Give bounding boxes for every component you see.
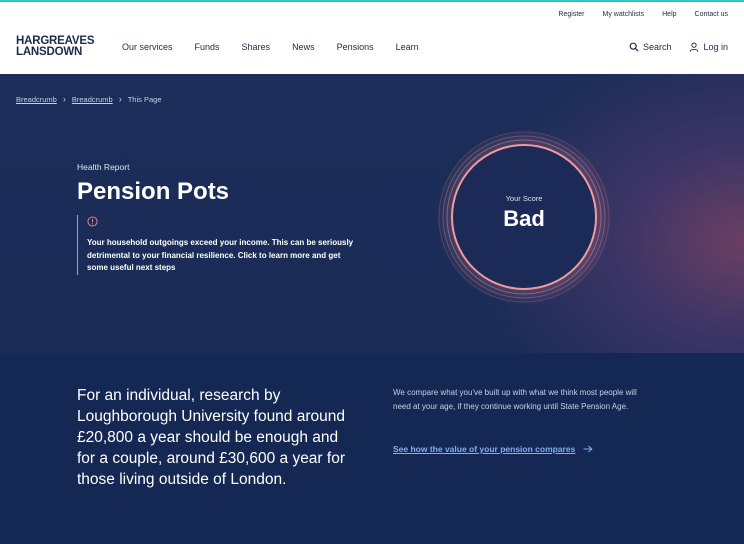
breadcrumb-link-2[interactable]: Breadcrumb: [72, 95, 113, 104]
contact-us-link[interactable]: Contact us: [695, 11, 728, 18]
search-icon: [629, 42, 639, 52]
login-label: Log in: [703, 42, 728, 52]
arrow-right-icon: [583, 445, 593, 453]
alert-message[interactable]: Your household outgoings exceed your inc…: [77, 215, 357, 275]
nav-news[interactable]: News: [292, 42, 315, 52]
compare-description: We compare what you've built up with wha…: [393, 388, 637, 411]
breadcrumb: Breadcrumb › Breadcrumb › This Page: [16, 94, 162, 104]
score-value: Bad: [503, 206, 545, 231]
alert-text: Your household outgoings exceed your inc…: [87, 238, 354, 272]
site-header: Register My watchlists Help Contact us H…: [0, 2, 744, 74]
alert-circle-icon: [87, 216, 98, 227]
user-icon: [690, 42, 699, 52]
utility-nav: Register My watchlists Help Contact us: [558, 11, 728, 18]
header-actions: Search Log in: [629, 42, 728, 52]
nav-shares[interactable]: Shares: [242, 42, 271, 52]
search-label: Search: [642, 42, 672, 52]
page-title: Pension Pots: [77, 178, 230, 205]
breadcrumb-link-1[interactable]: Breadcrumb: [16, 95, 57, 104]
register-link[interactable]: Register: [558, 11, 584, 18]
my-watchlists-link[interactable]: My watchlists: [603, 11, 645, 18]
compare-pension-link[interactable]: See how the value of your pension compar…: [393, 444, 593, 454]
breadcrumb-current: This Page: [127, 94, 162, 104]
compare-link-label: See how the value of your pension compar…: [393, 444, 576, 454]
chevron-right-icon: ›: [118, 94, 122, 104]
nav-pensions[interactable]: Pensions: [337, 42, 374, 52]
login-button[interactable]: Log in: [689, 42, 728, 52]
brand-logo[interactable]: HARGREAVES LANSDOWN: [16, 35, 95, 58]
section-eyebrow: Health Report: [77, 162, 130, 172]
help-link[interactable]: Help: [662, 11, 676, 18]
search-button[interactable]: Search: [629, 42, 672, 52]
hero-section: Breadcrumb › Breadcrumb › This Page Heal…: [0, 74, 744, 353]
nav-our-services[interactable]: Our services: [122, 42, 173, 52]
main-nav: Our services Funds Shares News Pensions …: [122, 42, 441, 52]
nav-learn[interactable]: Learn: [396, 42, 419, 52]
score-label: Your Score: [505, 194, 543, 203]
nav-funds[interactable]: Funds: [195, 42, 220, 52]
research-quote: For an individual, research by Loughboro…: [77, 387, 345, 488]
score-gauge: Your Score Bad: [436, 129, 612, 305]
logo-line-2: LANSDOWN: [16, 46, 83, 58]
info-section: For an individual, research by Loughboro…: [0, 353, 744, 544]
chevron-right-icon: ›: [62, 94, 66, 104]
